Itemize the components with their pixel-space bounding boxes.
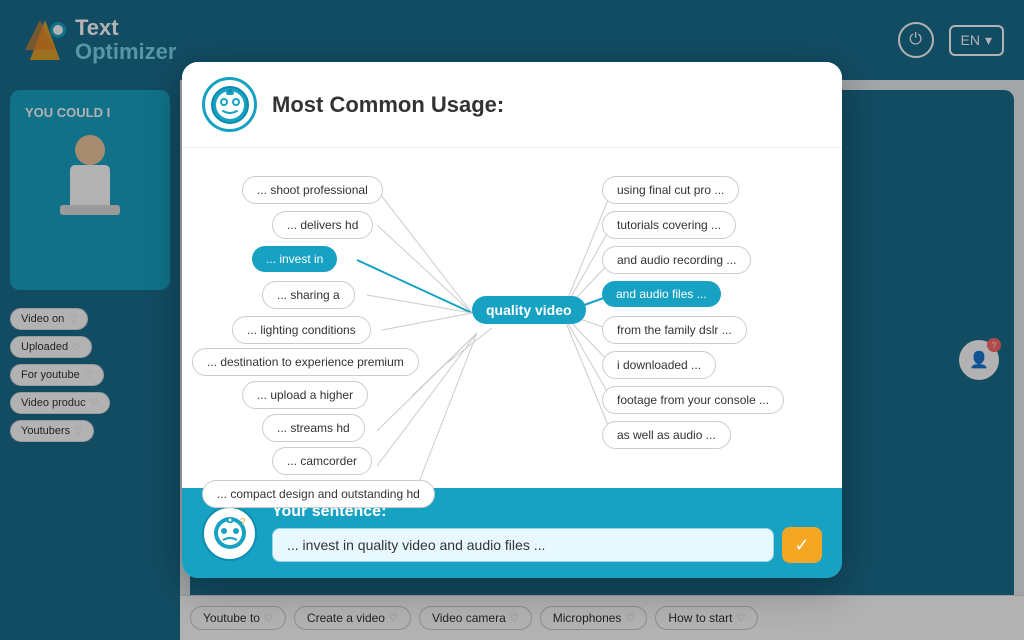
footer-input-row: ✓ bbox=[272, 527, 822, 563]
modal-header: Most Common Usage: bbox=[182, 62, 842, 148]
node-sharing-a[interactable]: ... sharing a bbox=[262, 281, 355, 309]
node-invest-in[interactable]: ... invest in bbox=[252, 246, 337, 272]
node-audio-recording[interactable]: and audio recording ... bbox=[602, 246, 751, 274]
modal-overlay: Most Common Usage: bbox=[0, 0, 1024, 640]
footer-content: Your sentence: ✓ bbox=[272, 503, 822, 563]
node-delivers-hd[interactable]: ... delivers hd bbox=[272, 211, 373, 239]
node-as-well-as-audio[interactable]: as well as audio ... bbox=[602, 421, 731, 449]
node-center[interactable]: quality video bbox=[472, 296, 586, 324]
node-family-dslr[interactable]: from the family dslr ... bbox=[602, 316, 747, 344]
thinking-robot-icon: ? bbox=[210, 513, 250, 553]
node-compact-design[interactable]: ... compact design and outstanding hd bbox=[202, 480, 435, 508]
robot-icon bbox=[210, 85, 250, 125]
node-downloaded[interactable]: i downloaded ... bbox=[602, 351, 716, 379]
modal-body: quality video ... shoot professional ...… bbox=[182, 148, 842, 488]
modal-avatar bbox=[202, 77, 257, 132]
node-shoot-professional[interactable]: ... shoot professional bbox=[242, 176, 383, 204]
footer-avatar: ? bbox=[202, 506, 257, 561]
node-tutorials[interactable]: tutorials covering ... bbox=[602, 211, 736, 239]
node-audio-files[interactable]: and audio files ... bbox=[602, 281, 721, 307]
modal-title: Most Common Usage: bbox=[272, 92, 504, 118]
confirm-button[interactable]: ✓ bbox=[782, 527, 822, 563]
node-destination[interactable]: ... destination to experience premium bbox=[192, 348, 419, 376]
node-camcorder[interactable]: ... camcorder bbox=[272, 447, 372, 475]
node-final-cut[interactable]: using final cut pro ... bbox=[602, 176, 739, 204]
modal: Most Common Usage: bbox=[182, 62, 842, 578]
node-streams-hd[interactable]: ... streams hd bbox=[262, 414, 365, 442]
node-footage-console[interactable]: footage from your console ... bbox=[602, 386, 784, 414]
node-upload-higher[interactable]: ... upload a higher bbox=[242, 381, 368, 409]
sentence-input[interactable] bbox=[272, 528, 774, 562]
svg-text:?: ? bbox=[240, 517, 246, 528]
node-lighting-conditions[interactable]: ... lighting conditions bbox=[232, 316, 371, 344]
